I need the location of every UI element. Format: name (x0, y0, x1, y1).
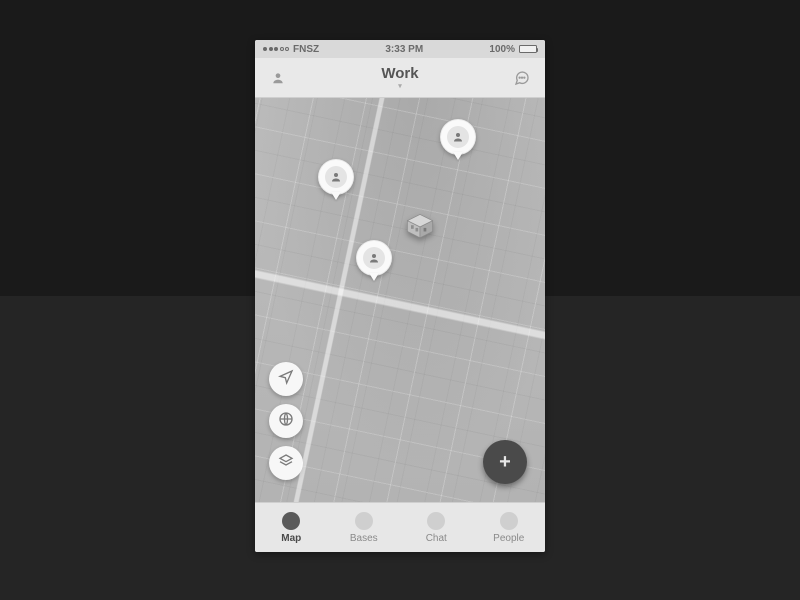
tab-bases[interactable]: Bases (328, 512, 401, 544)
signal-dots-icon (263, 47, 289, 51)
tab-dot-icon (427, 512, 445, 530)
add-button[interactable]: + (483, 440, 527, 484)
chevron-down-icon: ▾ (398, 83, 402, 90)
tab-label: Bases (350, 533, 378, 544)
chat-icon[interactable] (513, 69, 531, 87)
tab-map[interactable]: Map (255, 512, 328, 544)
building-icon (408, 215, 433, 238)
map-marker-person[interactable] (356, 240, 392, 276)
map-marker-building[interactable] (400, 207, 440, 247)
tab-chat[interactable]: Chat (400, 512, 473, 544)
profile-icon[interactable] (269, 69, 287, 87)
tab-dot-icon (355, 512, 373, 530)
status-left: FNSZ (263, 44, 319, 55)
nav-title-label: Work (381, 66, 418, 81)
tab-label: Map (281, 533, 301, 544)
nav-title[interactable]: Work ▾ (381, 66, 418, 90)
layers-icon (278, 453, 294, 474)
tab-label: Chat (426, 533, 447, 544)
tab-dot-icon (500, 512, 518, 530)
map-marker-person[interactable] (440, 119, 476, 155)
locate-icon (278, 369, 294, 390)
tab-label: People (493, 533, 524, 544)
map-view[interactable]: + (255, 98, 545, 502)
plus-icon: + (499, 451, 511, 474)
phone-frame: FNSZ 3:33 PM 100% Work ▾ (255, 40, 545, 552)
status-bar: FNSZ 3:33 PM 100% (255, 40, 545, 58)
person-icon (447, 126, 469, 148)
globe-button[interactable] (269, 404, 303, 438)
layers-button[interactable] (269, 446, 303, 480)
person-icon (325, 166, 347, 188)
battery-icon (519, 45, 537, 53)
tab-people[interactable]: People (473, 512, 546, 544)
tab-bar: Map Bases Chat People (255, 502, 545, 552)
person-icon (363, 247, 385, 269)
status-right: 100% (489, 44, 537, 55)
map-marker-person[interactable] (318, 159, 354, 195)
globe-icon (278, 411, 294, 432)
locate-button[interactable] (269, 362, 303, 396)
battery-pct-label: 100% (489, 44, 515, 55)
clock-label: 3:33 PM (385, 44, 423, 55)
carrier-label: FNSZ (293, 44, 319, 55)
nav-bar: Work ▾ (255, 58, 545, 98)
tab-dot-icon (282, 512, 300, 530)
